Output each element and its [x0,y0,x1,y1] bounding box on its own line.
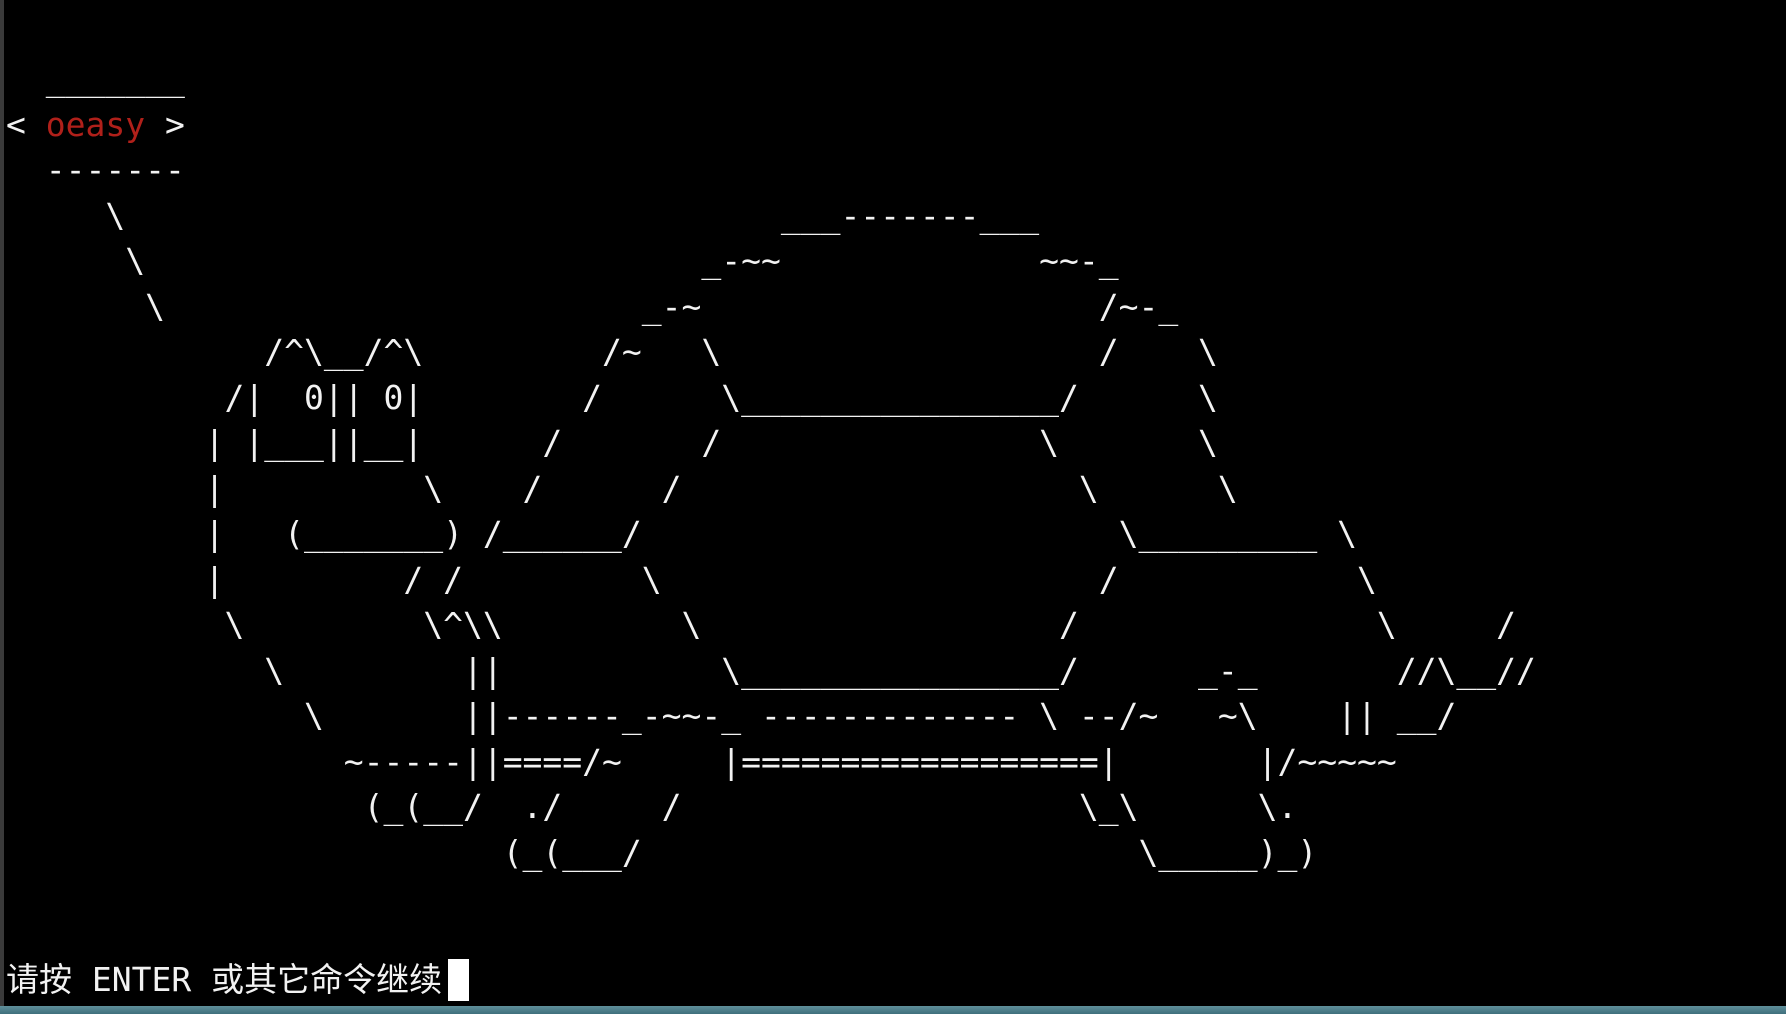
art-line-2: \ _-~~ ~~-_ [6,241,1119,280]
continue-prompt: 请按 ENTER 或其它命令继续 [6,957,470,1003]
art-line-7: | \ / / \ \ [6,468,1238,508]
window-left-edge [0,0,4,1006]
terminal-window[interactable]: _______ < oeasy > ------- \ ___-------__… [0,0,1786,1006]
speech-bubble-text: oeasy [45,104,146,144]
art-line-1: \ ___-------___ [6,195,1040,235]
continue-prompt-text: 请按 ENTER 或其它命令继续 [6,960,443,999]
bubble-bottom-border: ------- [6,150,185,189]
bubble-top-border: _______ [6,59,185,98]
art-line-5: /| 0|| 0| / \________________/ \ [6,377,1218,417]
art-line-14: (_(__/ ./ / \_\ \. [6,787,1298,826]
art-line-8: | (_______) /______/ \_________ \ [6,514,1358,553]
art-line-10: \ \^\\ \ / \ / [6,605,1516,644]
art-line-6: | |___||__| / / \ \ [6,423,1218,462]
art-line-12: \ ||------_-~~-_ ------------- \ --/~ ~\… [6,696,1457,735]
status-bar [0,1006,1786,1014]
bubble-right: > [145,104,185,144]
text-cursor[interactable] [448,959,470,1001]
ascii-art: _______ < oeasy > ------- \ ___-------__… [6,56,1536,875]
art-line-13: ~-----||====/~ |==================| |/~~… [6,741,1397,781]
art-line-15: (_(___/ \_____)_) [6,832,1318,872]
art-line-3: \ _-~ /~-_ [6,286,1179,326]
art-line-4: /^\__/^\ /~ \ / \ [6,332,1218,371]
art-line-11: \ || \________________/ _-_ //\__// [6,650,1536,690]
art-line-9: | / / \ / \ [6,559,1377,599]
bubble-left: < [6,104,46,144]
